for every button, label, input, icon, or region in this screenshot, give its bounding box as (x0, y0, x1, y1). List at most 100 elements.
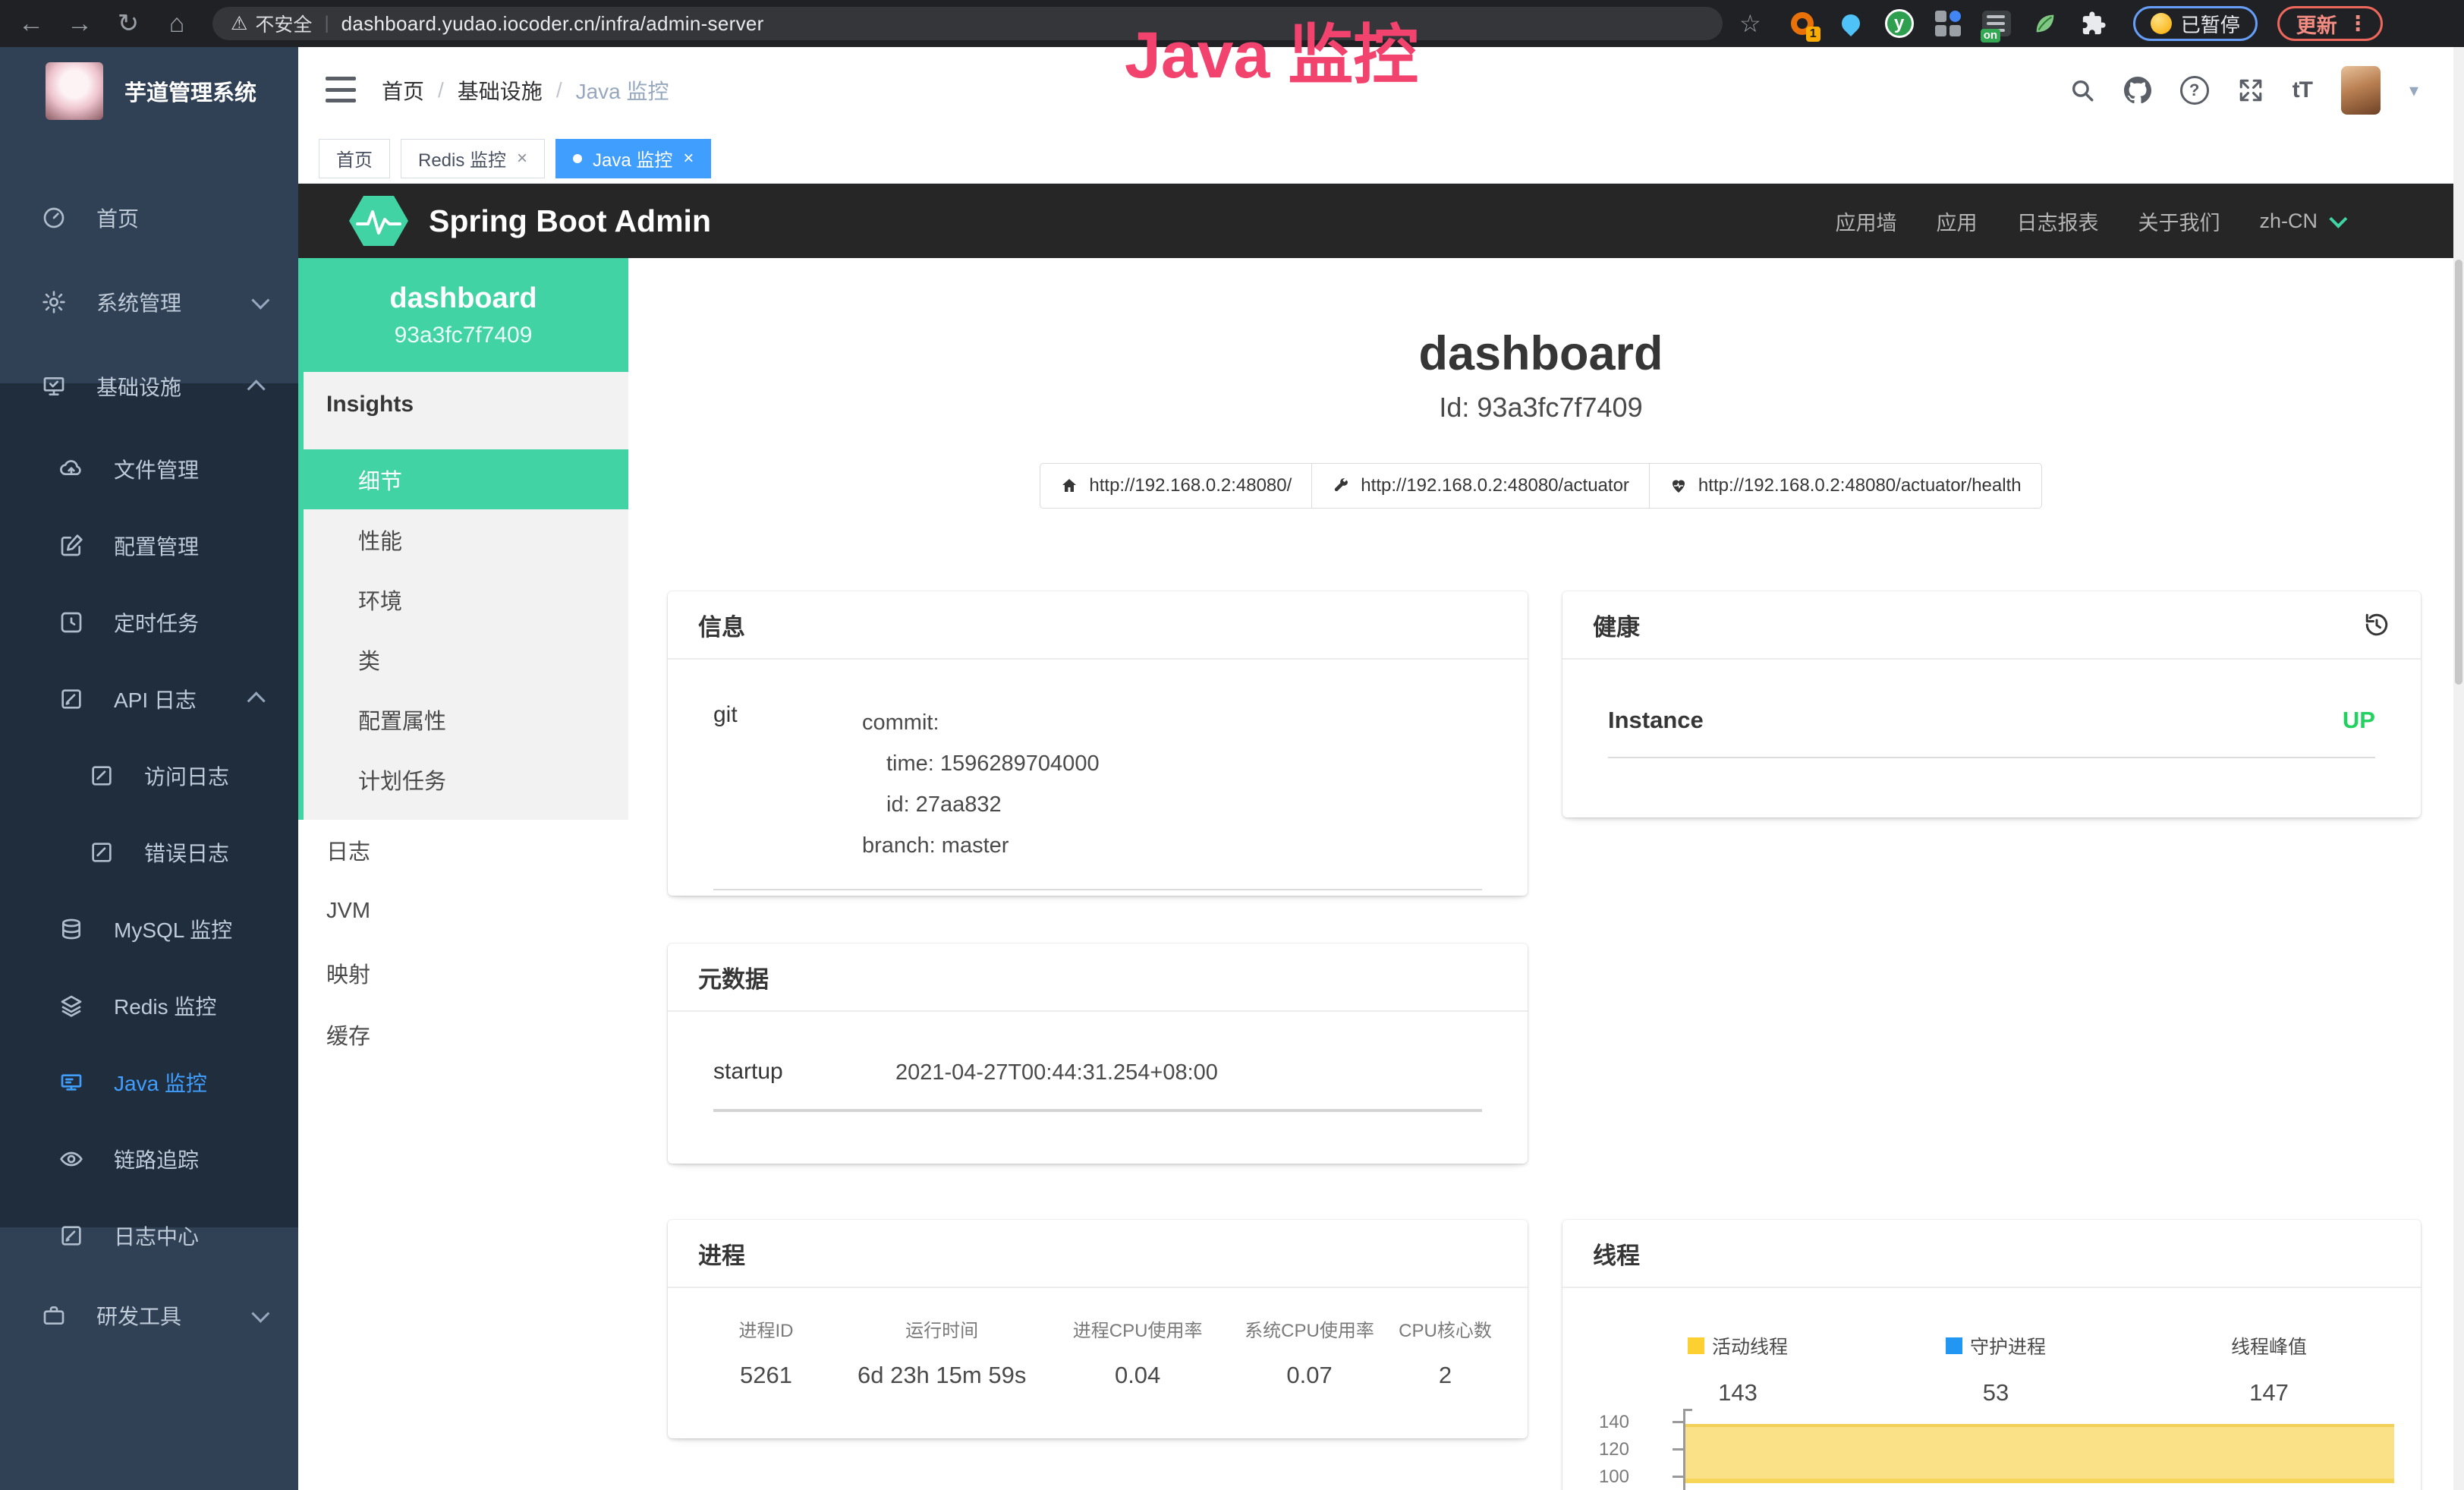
app-sidebar: 芋道管理系统 首页 系统管理 基础设施 文件管理 配置管理 定时任务 (0, 47, 298, 1490)
chevron-down-icon (251, 291, 269, 309)
sba-language-label: zh-CN (2259, 209, 2318, 233)
sba-language-select[interactable]: zh-CN (2259, 209, 2343, 233)
sidebar-item-error-log[interactable]: 错误日志 (0, 814, 298, 890)
sidebar-item-redis-monitor[interactable]: Redis 监控 (0, 967, 298, 1044)
extension-grid-icon[interactable] (1933, 8, 1963, 39)
sba-nav-wallboard[interactable]: 应用墙 (1835, 206, 1896, 236)
browser-reload-icon[interactable]: ↻ (111, 0, 146, 47)
sba-menu-details[interactable]: 细节 (298, 449, 628, 509)
y-tickmark (1673, 1448, 1683, 1451)
tag-home[interactable]: 首页 (319, 139, 390, 178)
tag-close-icon[interactable]: × (683, 148, 694, 169)
extension-orange-icon[interactable]: 1 (1787, 8, 1817, 39)
tag-label: Java 监控 (593, 145, 672, 172)
legend-value: 53 (1946, 1379, 2046, 1407)
sba-nav-applications[interactable]: 应用 (1936, 206, 1977, 236)
cell-value: 5261 (698, 1362, 834, 1389)
sidebar-item-system[interactable]: 系统管理 (0, 264, 298, 340)
legend-peak-threads: 线程峰值 147 (2231, 1332, 2307, 1407)
user-menu-caret-icon[interactable]: ▾ (2409, 80, 2418, 102)
topbar-actions: ? tT ▾ (2069, 47, 2418, 134)
tag-label: Redis 监控 (418, 145, 506, 172)
cell-value: 6d 23h 15m 59s (834, 1362, 1049, 1389)
extension-green-y-icon[interactable]: y (1884, 8, 1915, 39)
chart-area-edge (1685, 1479, 2394, 1483)
extensions-puzzle-icon[interactable] (2079, 8, 2109, 39)
sidebar-item-dev-tools[interactable]: 研发工具 (0, 1277, 298, 1353)
y-tick-120: 120 (1584, 1439, 1629, 1460)
health-url-button[interactable]: http://192.168.0.2:48080/actuator/health (1649, 463, 2042, 509)
breadcrumb-home[interactable]: 首页 (382, 75, 424, 106)
sidebar-item-label: MySQL 监控 (114, 914, 232, 944)
heartbeat-icon (1669, 477, 1688, 495)
not-secure-label[interactable]: 不安全 (255, 10, 312, 37)
profile-paused-pill[interactable]: 已暂停 (2133, 6, 2258, 41)
health-status-badge: UP (2343, 707, 2375, 734)
metadata-key: startup (713, 1059, 895, 1086)
search-icon[interactable] (2069, 77, 2095, 103)
sidebar-item-home[interactable]: 首页 (0, 180, 298, 256)
sba-menu-logs[interactable]: 日志 (298, 819, 628, 880)
help-icon[interactable]: ? (2180, 76, 2209, 105)
actuator-url-button[interactable]: http://192.168.0.2:48080/actuator (1311, 463, 1650, 509)
sba-menu-config-props[interactable]: 配置属性 (298, 689, 628, 749)
sba-brand-title[interactable]: Spring Boot Admin (429, 203, 711, 239)
sba-menu-metrics[interactable]: 性能 (298, 509, 628, 569)
breadcrumb-infra[interactable]: 基础设施 (458, 75, 543, 106)
sidebar-item-java-monitor[interactable]: Java 监控 (0, 1044, 298, 1120)
history-icon[interactable] (2363, 611, 2390, 638)
page-url[interactable]: dashboard.yudao.iocoder.cn/infra/admin-s… (341, 12, 764, 36)
extension-list-on-icon[interactable]: on (1981, 8, 2012, 39)
omnibox-divider: | (324, 13, 329, 34)
service-url-button[interactable]: http://192.168.0.2:48080/ (1040, 463, 1312, 509)
info-card: 信息 git commit: time: 1596289704000 id: 2… (668, 591, 1528, 896)
sba-menu-classes[interactable]: 类 (298, 629, 628, 689)
chevron-up-icon (247, 380, 266, 398)
sidebar-item-file-manage[interactable]: 文件管理 (0, 430, 298, 507)
browser-menu-icon[interactable]: ⋮ (2348, 12, 2368, 36)
sidebar-item-config-manage[interactable]: 配置管理 (0, 507, 298, 584)
hamburger-icon[interactable] (326, 77, 356, 102)
sba-nav-about[interactable]: 关于我们 (2138, 206, 2220, 236)
sidebar-item-label: 链路追踪 (114, 1144, 199, 1174)
browser-back-icon[interactable]: ← (14, 0, 49, 47)
tag-java-monitor[interactable]: Java 监控 × (555, 139, 711, 178)
sidebar-item-infra[interactable]: 基础设施 (0, 348, 298, 424)
y-tick-140: 140 (1584, 1412, 1629, 1433)
legend-swatch-blue (1946, 1337, 1962, 1354)
card-title: 信息 (698, 608, 745, 642)
fullscreen-icon[interactable] (2238, 77, 2264, 103)
sidebar-item-api-log[interactable]: API 日志 (0, 660, 298, 737)
tag-close-icon[interactable]: × (517, 148, 527, 169)
sidebar-item-scheduled-jobs[interactable]: 定时任务 (0, 584, 298, 660)
browser-home-icon[interactable]: ⌂ (159, 0, 194, 47)
address-bar[interactable]: ⚠ 不安全 | dashboard.yudao.iocoder.cn/infra… (212, 7, 1723, 40)
browser-forward-icon[interactable]: → (62, 0, 97, 47)
sidebar-item-mysql-monitor[interactable]: MySQL 监控 (0, 890, 298, 967)
sba-menu-caches[interactable]: 缓存 (298, 1003, 628, 1065)
menu-label: 映射 (326, 957, 370, 989)
sidebar-item-access-log[interactable]: 访问日志 (0, 737, 298, 814)
font-size-icon[interactable]: tT (2292, 77, 2312, 103)
sidebar-item-log-center[interactable]: 日志中心 (0, 1197, 298, 1274)
sidebar-item-label: 研发工具 (96, 1300, 181, 1331)
extension-leaf-icon[interactable] (2030, 8, 2060, 39)
sba-menu-jvm[interactable]: JVM (298, 880, 628, 942)
tag-redis-monitor[interactable]: Redis 监控 × (401, 139, 545, 178)
row-divider (713, 889, 1482, 890)
instance-header[interactable]: dashboard 93a3fc7f7409 (298, 258, 628, 372)
sba-menu-mappings[interactable]: 映射 (298, 942, 628, 1003)
extension-pin-icon[interactable] (1836, 8, 1866, 39)
bookmark-star-icon[interactable]: ☆ (1739, 9, 1761, 38)
sba-menu-environment[interactable]: 环境 (298, 569, 628, 629)
sba-nav-journal[interactable]: 日志报表 (2016, 206, 2098, 236)
chevron-up-icon (247, 691, 266, 710)
sidebar-item-trace[interactable]: 链路追踪 (0, 1120, 298, 1197)
legend-live-threads: 活动线程 143 (1688, 1332, 1788, 1407)
sba-menu-scheduled-tasks[interactable]: 计划任务 (298, 749, 628, 809)
github-icon[interactable] (2124, 77, 2151, 104)
browser-update-button[interactable]: 更新 ⋮ (2277, 6, 2383, 41)
scrollbar-thumb[interactable] (2455, 260, 2462, 685)
user-avatar[interactable] (2341, 66, 2381, 115)
menu-label: 细节 (358, 464, 402, 496)
